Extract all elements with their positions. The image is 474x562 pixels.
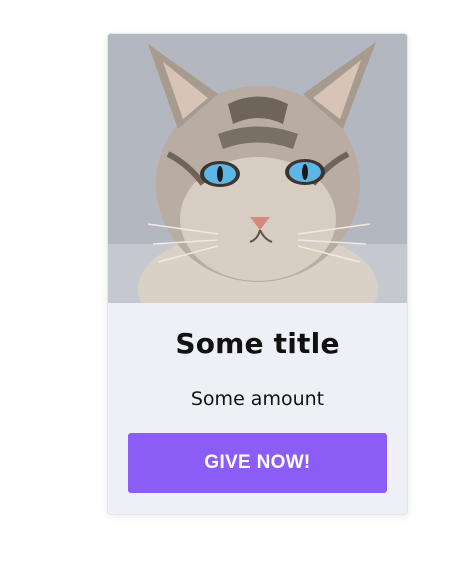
cat-photo [108, 34, 407, 303]
cat-image [108, 34, 407, 303]
donation-card: Some title Some amount GIVE NOW! [107, 33, 408, 515]
card-amount: Some amount [190, 388, 325, 410]
give-now-button[interactable]: GIVE NOW! [128, 433, 387, 493]
card-title: Some title [175, 327, 340, 360]
